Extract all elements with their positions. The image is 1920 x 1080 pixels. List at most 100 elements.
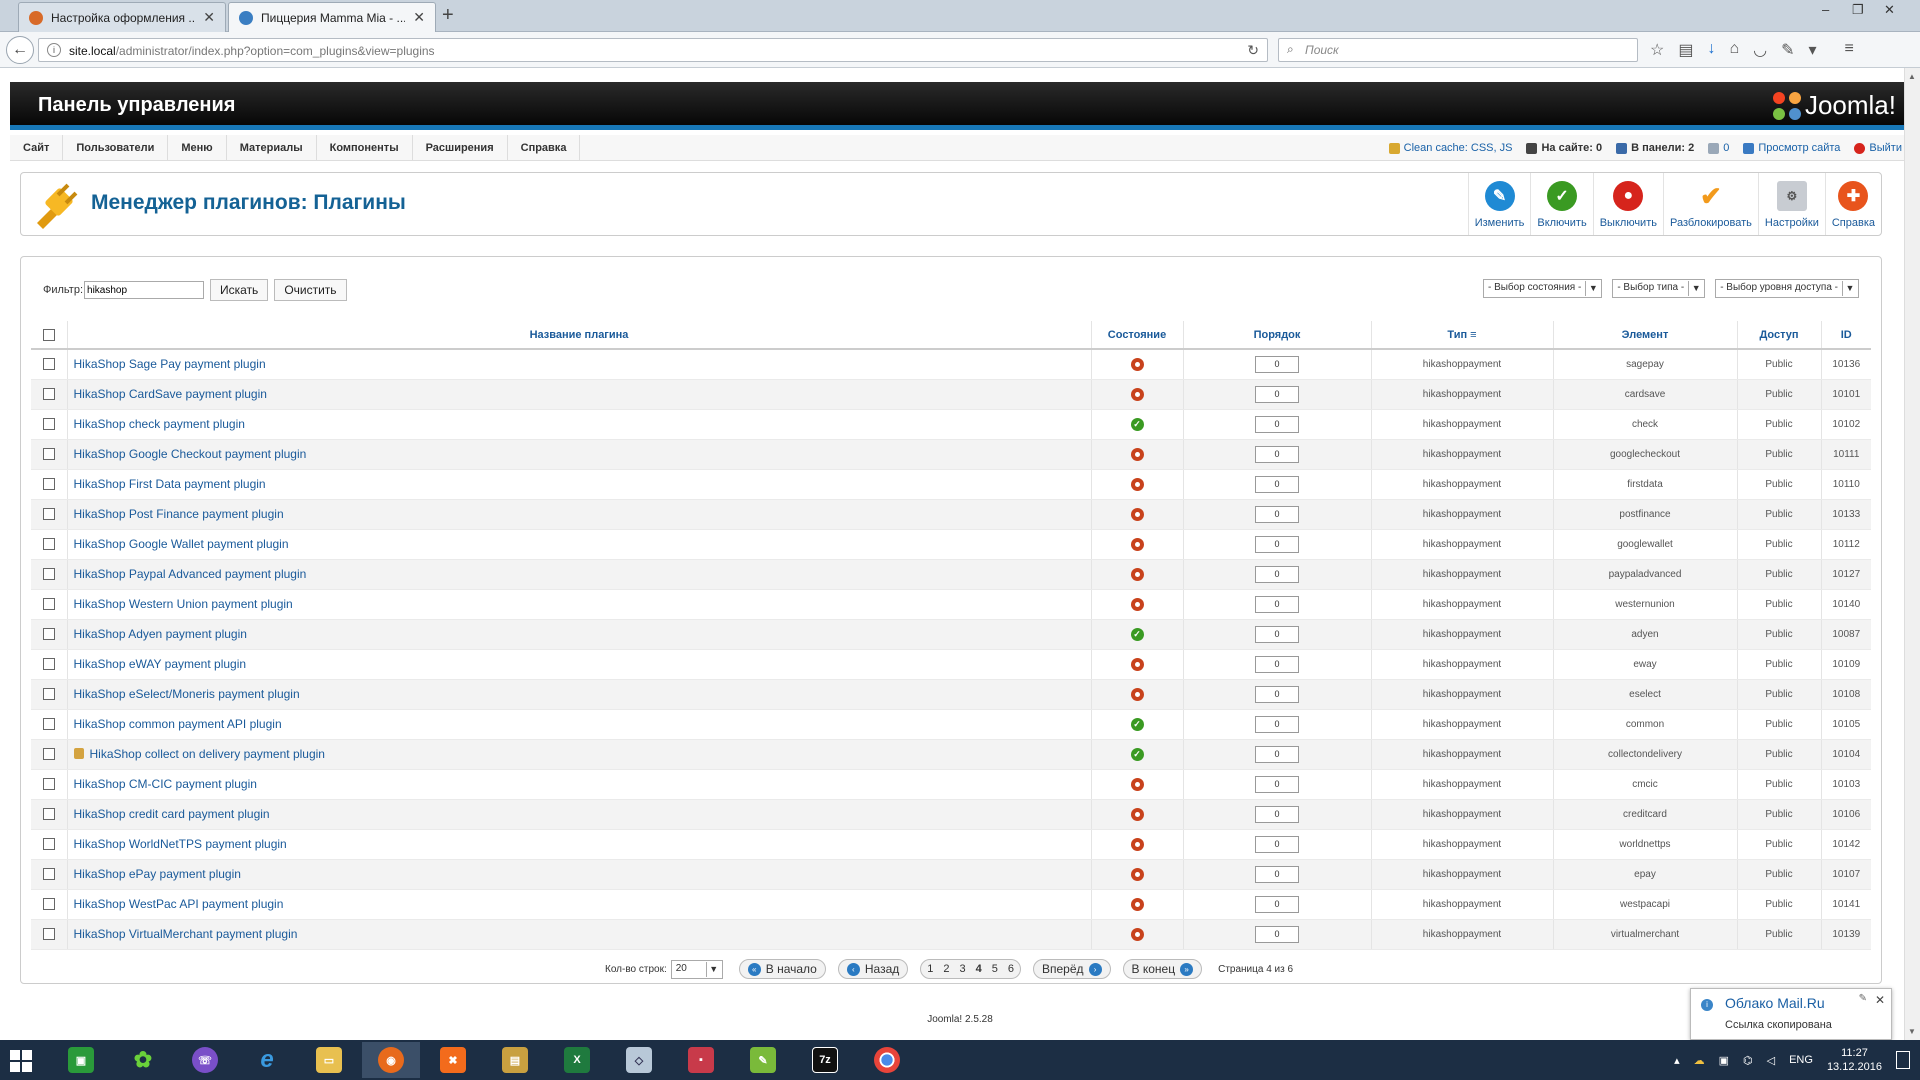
lock-icon[interactable] (73, 748, 84, 759)
order-input[interactable]: 0 (1255, 505, 1299, 523)
type-select[interactable]: - Выбор типа - ▼ (1612, 279, 1706, 298)
row-checkbox[interactable] (42, 808, 55, 820)
row-checkbox[interactable] (42, 718, 55, 730)
order-input[interactable]: 0 (1255, 385, 1299, 403)
disabled-state-icon[interactable] (1130, 867, 1144, 881)
disabled-state-icon[interactable] (1130, 837, 1144, 851)
reading-list-icon[interactable]: ▤ (1678, 40, 1693, 60)
taskbar-clock[interactable]: 11:27 13.12.2016 (1827, 1046, 1882, 1074)
back-button[interactable]: ← (6, 36, 34, 64)
tray-arrow-icon[interactable]: ▴ (1674, 1054, 1680, 1067)
close-tab-icon[interactable]: ✕ (203, 9, 215, 26)
language-indicator[interactable]: ENG (1789, 1054, 1813, 1066)
page-number-1[interactable]: 1 (927, 963, 933, 975)
row-checkbox[interactable] (42, 448, 55, 460)
order-input[interactable]: 0 (1255, 925, 1299, 943)
taskbar-floppy[interactable]: ▪ (672, 1042, 730, 1078)
order-input[interactable]: 0 (1255, 685, 1299, 703)
plugin-name-link[interactable]: HikaShop check payment plugin (74, 417, 245, 431)
plugin-name-link[interactable]: HikaShop eWAY payment plugin (74, 657, 247, 671)
order-input[interactable]: 0 (1255, 475, 1299, 493)
taskbar-explorer[interactable]: ▭ (300, 1042, 358, 1078)
disabled-state-icon[interactable] (1130, 537, 1144, 551)
order-input[interactable]: 0 (1255, 355, 1299, 373)
column-name[interactable]: Название плагина (66, 321, 1091, 350)
hamburger-menu-icon[interactable]: ≡ (1845, 40, 1854, 60)
taskbar-viber[interactable]: ☏ (176, 1042, 234, 1078)
taskbar-store[interactable]: ▣ (52, 1042, 110, 1078)
disabled-state-icon[interactable] (1130, 657, 1144, 671)
column-id[interactable]: ID (1820, 321, 1871, 350)
tray-app-icon[interactable]: ▣ (1719, 1054, 1729, 1067)
taskbar-firefox[interactable]: ◉ (362, 1042, 420, 1078)
scroll-down-icon[interactable]: ▼ (1908, 1027, 1916, 1036)
menu-item-components[interactable]: Компоненты (317, 135, 413, 160)
browser-tab-1[interactable]: Настройка оформления ... ✕ (18, 2, 226, 32)
menu-item-menus[interactable]: Меню (168, 135, 227, 160)
row-checkbox[interactable] (42, 538, 55, 550)
plugin-name-link[interactable]: HikaShop Paypal Advanced payment plugin (74, 567, 307, 581)
browser-tab-2[interactable]: Пиццерия Mamma Mia - ... ✕ (228, 2, 436, 32)
cloud-notification[interactable]: i Облако Mail.Ru Ссылка скопирована ✎ ✕ (1690, 988, 1892, 1040)
disabled-state-icon[interactable] (1130, 687, 1144, 701)
disabled-state-icon[interactable] (1130, 777, 1144, 791)
search-button[interactable]: Искать (210, 279, 269, 301)
order-input[interactable]: 0 (1255, 595, 1299, 613)
reload-icon[interactable]: ↻ (1247, 42, 1259, 59)
taskbar-7zip[interactable]: 7z (796, 1042, 854, 1078)
row-checkbox[interactable] (42, 628, 55, 640)
row-checkbox[interactable] (42, 478, 55, 490)
enabled-check-icon[interactable]: ✓ (1130, 747, 1144, 761)
plugin-name-link[interactable]: HikaShop Google Wallet payment plugin (74, 537, 289, 551)
bookmark-star-icon[interactable]: ☆ (1650, 40, 1664, 60)
enabled-check-icon[interactable]: ✓ (1130, 717, 1144, 731)
volume-icon[interactable]: ◁ (1767, 1054, 1775, 1067)
clean-cache-link[interactable]: Clean cache: CSS, JS (1388, 142, 1512, 154)
enable-button[interactable]: ✓ Включить (1530, 173, 1592, 235)
row-checkbox[interactable] (42, 598, 55, 610)
disabled-state-icon[interactable] (1130, 507, 1144, 521)
row-checkbox[interactable] (42, 928, 55, 940)
extension-icon[interactable]: ✎ (1781, 40, 1794, 60)
disabled-state-icon[interactable] (1130, 447, 1144, 461)
disabled-state-icon[interactable] (1130, 477, 1144, 491)
pocket-icon[interactable]: ◡ (1753, 40, 1767, 60)
row-checkbox[interactable] (42, 778, 55, 790)
order-input[interactable]: 0 (1255, 565, 1299, 583)
disabled-state-icon[interactable] (1130, 357, 1144, 371)
taskbar-icq[interactable]: ✿ (114, 1042, 172, 1078)
disabled-state-icon[interactable] (1130, 897, 1144, 911)
windows-start-icon[interactable] (10, 1050, 32, 1072)
column-order[interactable]: Порядок (1182, 321, 1371, 350)
last-page-button[interactable]: В конец» (1122, 959, 1203, 979)
taskbar-excel[interactable]: X (548, 1042, 606, 1078)
order-input[interactable]: 0 (1255, 835, 1299, 853)
close-window-icon[interactable]: ✕ (1884, 2, 1895, 18)
page-number-3[interactable]: 3 (960, 963, 966, 975)
options-button[interactable]: ⚙ Настройки (1757, 173, 1825, 235)
order-input[interactable]: 0 (1255, 865, 1299, 883)
plugin-name-link[interactable]: HikaShop First Data payment plugin (74, 477, 266, 491)
taskbar-ie[interactable]: e (238, 1042, 296, 1078)
row-checkbox[interactable] (42, 688, 55, 700)
plugin-name-link[interactable]: HikaShop ePay payment plugin (74, 867, 241, 881)
plugin-name-link[interactable]: HikaShop Post Finance payment plugin (74, 507, 284, 521)
url-bar[interactable]: i site.local/administrator/index.php?opt… (38, 38, 1268, 62)
column-state[interactable]: Состояние (1090, 321, 1183, 350)
page-number-5[interactable]: 5 (992, 963, 998, 975)
plugin-name-link[interactable]: HikaShop Google Checkout payment plugin (74, 447, 307, 461)
plugin-name-link[interactable]: HikaShop collect on delivery payment plu… (90, 747, 325, 761)
order-input[interactable]: 0 (1255, 895, 1299, 913)
taskbar-eraser[interactable]: ◇ (610, 1042, 668, 1078)
disabled-state-icon[interactable] (1130, 927, 1144, 941)
column-type[interactable]: Тип ≡ (1370, 321, 1553, 350)
download-icon[interactable]: ↓ (1707, 40, 1715, 60)
order-input[interactable]: 0 (1255, 715, 1299, 733)
access-select[interactable]: - Выбор уровня доступа - ▼ (1715, 279, 1859, 298)
disabled-state-icon[interactable] (1130, 387, 1144, 401)
row-checkbox[interactable] (42, 568, 55, 580)
menu-item-users[interactable]: Пользователи (63, 135, 169, 160)
plugin-name-link[interactable]: HikaShop WorldNetTPS payment plugin (74, 837, 287, 851)
disabled-state-icon[interactable] (1130, 597, 1144, 611)
disable-button[interactable]: ● Выключить (1592, 173, 1663, 235)
